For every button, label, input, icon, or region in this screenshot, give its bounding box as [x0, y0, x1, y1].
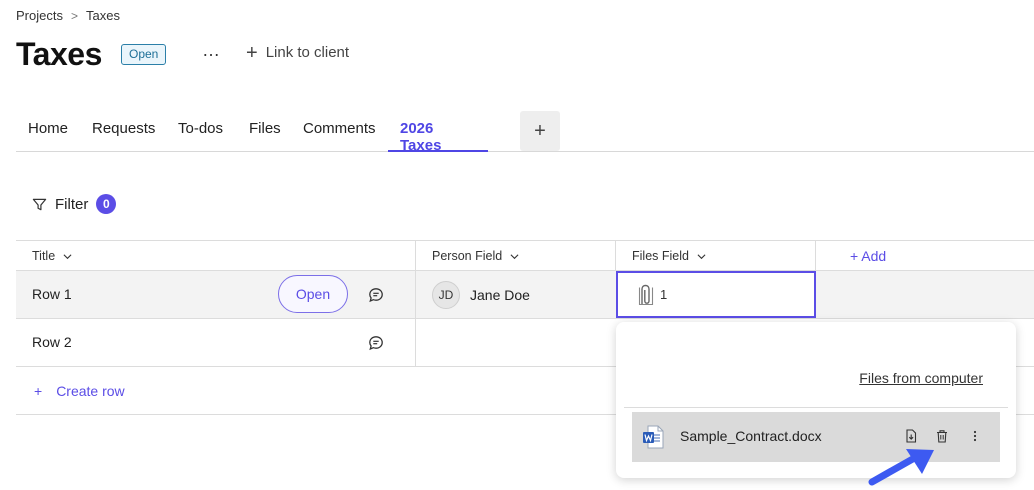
breadcrumb-current: Taxes [85, 8, 120, 23]
file-list-item[interactable]: Sample_Contract.docx [632, 412, 1000, 462]
paperclip-icon [638, 284, 654, 305]
status-badge: Open [121, 44, 167, 65]
avatar: JD [432, 281, 460, 309]
chevron-down-icon [697, 253, 706, 259]
file-name: Sample_Contract.docx [680, 428, 822, 444]
files-popover: Files from computer Sample_Contract.docx [616, 322, 1016, 478]
table-header-row: Title Person Field Files Field + Add [16, 240, 1034, 271]
add-tab-button[interactable]: + [520, 111, 560, 151]
filter-label: Filter [55, 195, 89, 213]
tab-comments[interactable]: Comments [303, 120, 376, 152]
row-title: Row 1 [32, 286, 72, 302]
person-name: Jane Doe [470, 287, 530, 303]
filter-icon [32, 198, 47, 210]
files-from-computer-link[interactable]: Files from computer [859, 370, 983, 386]
table-row[interactable]: Row 1 Open JD Jane Doe 1 [16, 271, 1034, 319]
breadcrumb-separator: > [70, 8, 78, 23]
annotation-arrow [868, 449, 934, 486]
add-column-button[interactable]: + Add [834, 241, 886, 271]
more-vertical-icon[interactable] [968, 429, 982, 443]
files-field-cell[interactable]: 1 [616, 271, 816, 318]
tab-requests[interactable]: Requests [92, 120, 155, 152]
person-field-cell[interactable]: JD Jane Doe [432, 281, 530, 309]
chevron-down-icon [510, 253, 519, 259]
tab-todos[interactable]: To-dos [178, 120, 223, 152]
comment-icon[interactable] [368, 287, 384, 303]
column-divider [815, 240, 816, 271]
open-row-button[interactable]: Open [278, 275, 348, 313]
tab-files[interactable]: Files [249, 120, 281, 152]
download-icon[interactable] [904, 429, 918, 443]
trash-icon[interactable] [935, 429, 949, 443]
column-divider [415, 240, 416, 367]
plus-icon: + [34, 383, 43, 399]
create-row-label: Create row [56, 383, 125, 399]
column-header-person-field[interactable]: Person Field [416, 241, 616, 271]
filter-button[interactable]: Filter 0 [32, 194, 117, 214]
comment-icon[interactable] [368, 335, 384, 351]
row-title: Row 2 [32, 334, 72, 350]
breadcrumb: Projects > Taxes [16, 8, 120, 23]
divider [624, 407, 1008, 408]
word-document-icon [643, 425, 664, 449]
column-header-files-field[interactable]: Files Field [616, 241, 816, 271]
column-header-title[interactable]: Title [16, 241, 416, 271]
column-header-label: Files Field [632, 249, 689, 263]
column-header-label: Title [32, 249, 56, 263]
page-title: Taxes [16, 36, 102, 72]
link-to-client-label: Link to client [265, 44, 350, 61]
plus-icon: + [246, 41, 258, 64]
column-divider [615, 240, 616, 271]
link-to-client-button[interactable]: + Link to client [246, 41, 350, 64]
breadcrumb-projects-link[interactable]: Projects [16, 8, 63, 23]
more-options-button[interactable]: … [202, 40, 221, 61]
column-header-label: Person Field [432, 249, 503, 263]
filter-count-badge: 0 [96, 194, 117, 214]
tab-bar: Home Requests To-dos Files Comments 2026… [16, 110, 1034, 154]
create-row-button[interactable]: + Create row [34, 383, 125, 399]
tab-2026-taxes[interactable]: 2026 Taxes [388, 120, 488, 154]
chevron-down-icon [63, 253, 72, 259]
tab-home[interactable]: Home [28, 120, 68, 152]
add-column-label: + Add [850, 248, 887, 264]
files-count: 1 [660, 287, 668, 302]
